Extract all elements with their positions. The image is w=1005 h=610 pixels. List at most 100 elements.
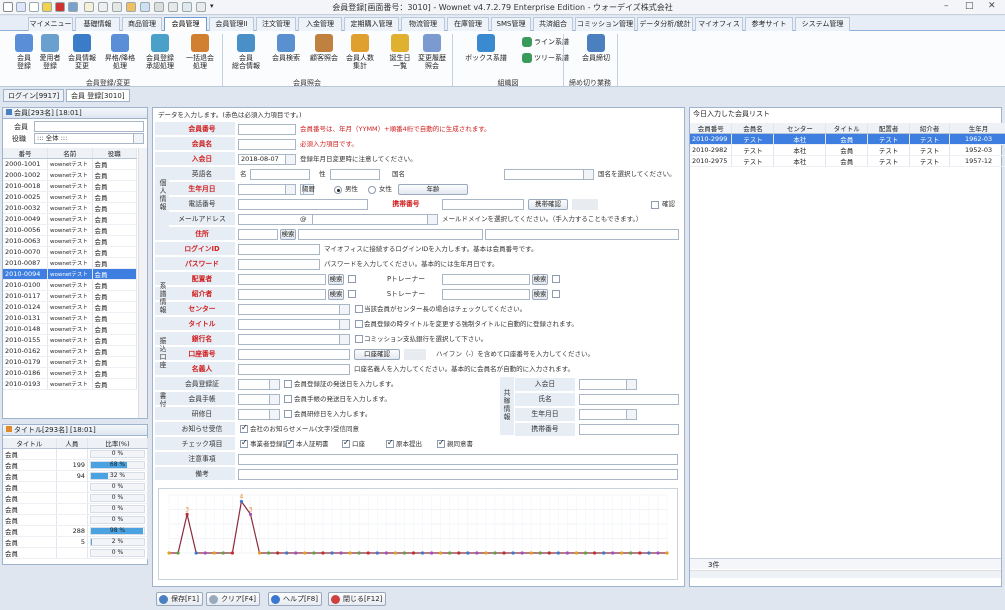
ribbon-btn-15[interactable]: 会員締切 [578, 34, 614, 62]
maximize-button[interactable]: □ [965, 1, 974, 11]
mobile-input[interactable] [442, 199, 524, 210]
family-input-0[interactable] [579, 379, 637, 390]
ribbon-btn-8[interactable]: 顧客照会 [306, 34, 342, 62]
close-button[interactable]: ✕ [988, 1, 996, 11]
ribbon-btn-1[interactable]: 愛用者 登録 [32, 34, 68, 70]
member-row[interactable]: 2010-0155 wownetテスト 会員 [3, 334, 137, 346]
holder-input[interactable] [238, 364, 350, 375]
placer-checkbox[interactable] [348, 275, 356, 283]
stats-col-2[interactable]: 比率(%) [87, 438, 148, 449]
address-search-button[interactable]: 検索 [280, 229, 296, 240]
training-checkbox[interactable] [284, 410, 292, 418]
role-filter-select[interactable]: ::: 全体 ::: [34, 133, 144, 144]
menu-4[interactable]: 会員管理II [209, 17, 254, 31]
tab-member-register[interactable]: 会員 登録[3010] [66, 89, 130, 102]
member-name-input[interactable] [238, 139, 296, 150]
ribbon-btn-6[interactable]: 会員 総合情報 [228, 34, 264, 70]
email-domain-select[interactable] [312, 214, 438, 225]
birthday-input[interactable] [238, 184, 296, 195]
training-date-input[interactable] [238, 409, 280, 420]
today-row[interactable]: 2010-2999 テスト 本社 会員 テスト テスト 1962-03 [690, 133, 1005, 145]
today-members-hscrollbar[interactable] [690, 570, 1001, 578]
family-input-2[interactable] [579, 409, 637, 420]
bank-checkbox[interactable] [355, 335, 363, 343]
member-row[interactable]: 2010-0032 wownetテスト 会員 [3, 202, 137, 214]
handbook-checkbox[interactable] [284, 395, 292, 403]
today-col-2[interactable]: センター [773, 123, 827, 134]
member-col-2[interactable]: 役職 [92, 148, 137, 159]
menu-5[interactable]: 注文管理 [256, 17, 296, 31]
menu-10[interactable]: SMS管理 [491, 17, 531, 31]
menu-13[interactable]: データ分析/統計 [637, 17, 693, 31]
member-row[interactable]: 2010-0179 wownetテスト 会員 [3, 356, 137, 368]
ribbon-btn-2[interactable]: 会員情報 変更 [64, 34, 100, 70]
handbook-date-input[interactable] [238, 394, 280, 405]
menu-6[interactable]: 入金管理 [298, 17, 342, 31]
clear-button[interactable]: クリア[F4] [206, 592, 260, 606]
menu-3[interactable]: 会員管理 [164, 17, 207, 31]
s-trainer-checkbox[interactable] [552, 290, 560, 298]
member-row[interactable]: 2010-0131 wownetテスト 会員 [3, 312, 137, 324]
today-col-0[interactable]: 会員番号 [690, 123, 733, 134]
menu-1[interactable]: 基礎情報 [75, 17, 120, 31]
member-row[interactable]: 2010-0018 wownetテスト 会員 [3, 180, 137, 192]
menu-15[interactable]: 参考サイト [745, 17, 793, 31]
minimize-button[interactable]: – [944, 1, 949, 11]
s-trainer-search-button[interactable]: 検索 [532, 289, 548, 300]
member-no-input[interactable] [238, 124, 296, 135]
menu-0[interactable]: マイメニュー [28, 17, 73, 31]
mobile-confirm-button[interactable]: 携帯確認 [528, 199, 568, 210]
cert-date-input[interactable] [238, 379, 280, 390]
address-input-2[interactable] [485, 229, 679, 240]
account-input[interactable] [238, 349, 350, 360]
introducer-input[interactable] [238, 289, 326, 300]
ribbon-btn-3[interactable]: 昇格/降格 処理 [102, 34, 138, 70]
check-item-checkbox-2[interactable] [342, 438, 350, 448]
member-row[interactable]: 2000-1002 wownetテスト 会員 [3, 169, 137, 181]
p-trainer-search-button[interactable]: 検索 [532, 274, 548, 285]
center-select[interactable] [238, 304, 350, 315]
password-input[interactable] [238, 259, 320, 270]
cert-checkbox[interactable] [284, 380, 292, 388]
center-head-checkbox[interactable] [355, 305, 363, 313]
member-row[interactable]: 2010-0087 wownetテスト 会員 [3, 257, 137, 269]
menu-16[interactable]: システム管理 [795, 17, 850, 31]
stats-col-0[interactable]: タイトル [3, 438, 57, 449]
ribbon-btn-7[interactable]: 会員検索 [268, 34, 304, 62]
female-radio[interactable] [368, 186, 376, 194]
account-confirm-button[interactable]: 口座確認 [354, 349, 400, 360]
phone-input[interactable] [238, 199, 368, 210]
force-title-checkbox[interactable] [355, 320, 363, 328]
ribbon-btn-4[interactable]: 会員登録 承認処理 [142, 34, 178, 70]
eng-first-input[interactable] [250, 169, 310, 180]
member-row[interactable]: 2010-0124 wownetテスト 会員 [3, 301, 137, 313]
today-col-3[interactable]: タイトル [825, 123, 869, 134]
join-date-input[interactable]: 2018-08-07 [238, 154, 296, 165]
member-row[interactable]: 2010-0025 wownetテスト 会員 [3, 191, 137, 203]
login-id-input[interactable] [238, 244, 320, 255]
age-button[interactable]: 年齢 [398, 184, 468, 195]
member-list-scrollbar[interactable] [138, 148, 147, 418]
close-form-button[interactable]: 閉じる[F12] [328, 592, 387, 606]
today-row[interactable]: 2010-2982 テスト 本社 会員 テスト テスト 1952-03 [690, 144, 1005, 156]
check-item-checkbox-1[interactable] [286, 438, 294, 448]
ribbon-btn-10[interactable]: 誕生日 一覧 [382, 34, 418, 70]
menu-14[interactable]: マイオフィス [695, 17, 743, 31]
today-col-1[interactable]: 会員名 [731, 123, 775, 134]
member-row[interactable]: 2010-0148 wownetテスト 会員 [3, 323, 137, 335]
ribbon-btn-9[interactable]: 会員人数 集計 [342, 34, 378, 70]
p-trainer-checkbox[interactable] [552, 275, 560, 283]
country-select[interactable] [504, 169, 594, 180]
check-item-checkbox-3[interactable] [386, 438, 394, 448]
save-button[interactable]: 保存[F1] [156, 592, 203, 606]
ribbon-btn-12[interactable]: ボックス系譜 [458, 34, 514, 62]
notice-checkbox[interactable] [240, 423, 248, 433]
menu-11[interactable]: 共済組合 [533, 17, 573, 31]
menu-8[interactable]: 物流管理 [401, 17, 445, 31]
p-trainer-input[interactable] [442, 274, 530, 285]
menu-7[interactable]: 定期購入管理 [344, 17, 399, 31]
placer-search-button[interactable]: 検索 [328, 274, 344, 285]
menu-9[interactable]: 在庫管理 [447, 17, 489, 31]
memo-input[interactable] [238, 469, 678, 480]
member-row[interactable]: 2010-0049 wownetテスト 会員 [3, 213, 137, 225]
